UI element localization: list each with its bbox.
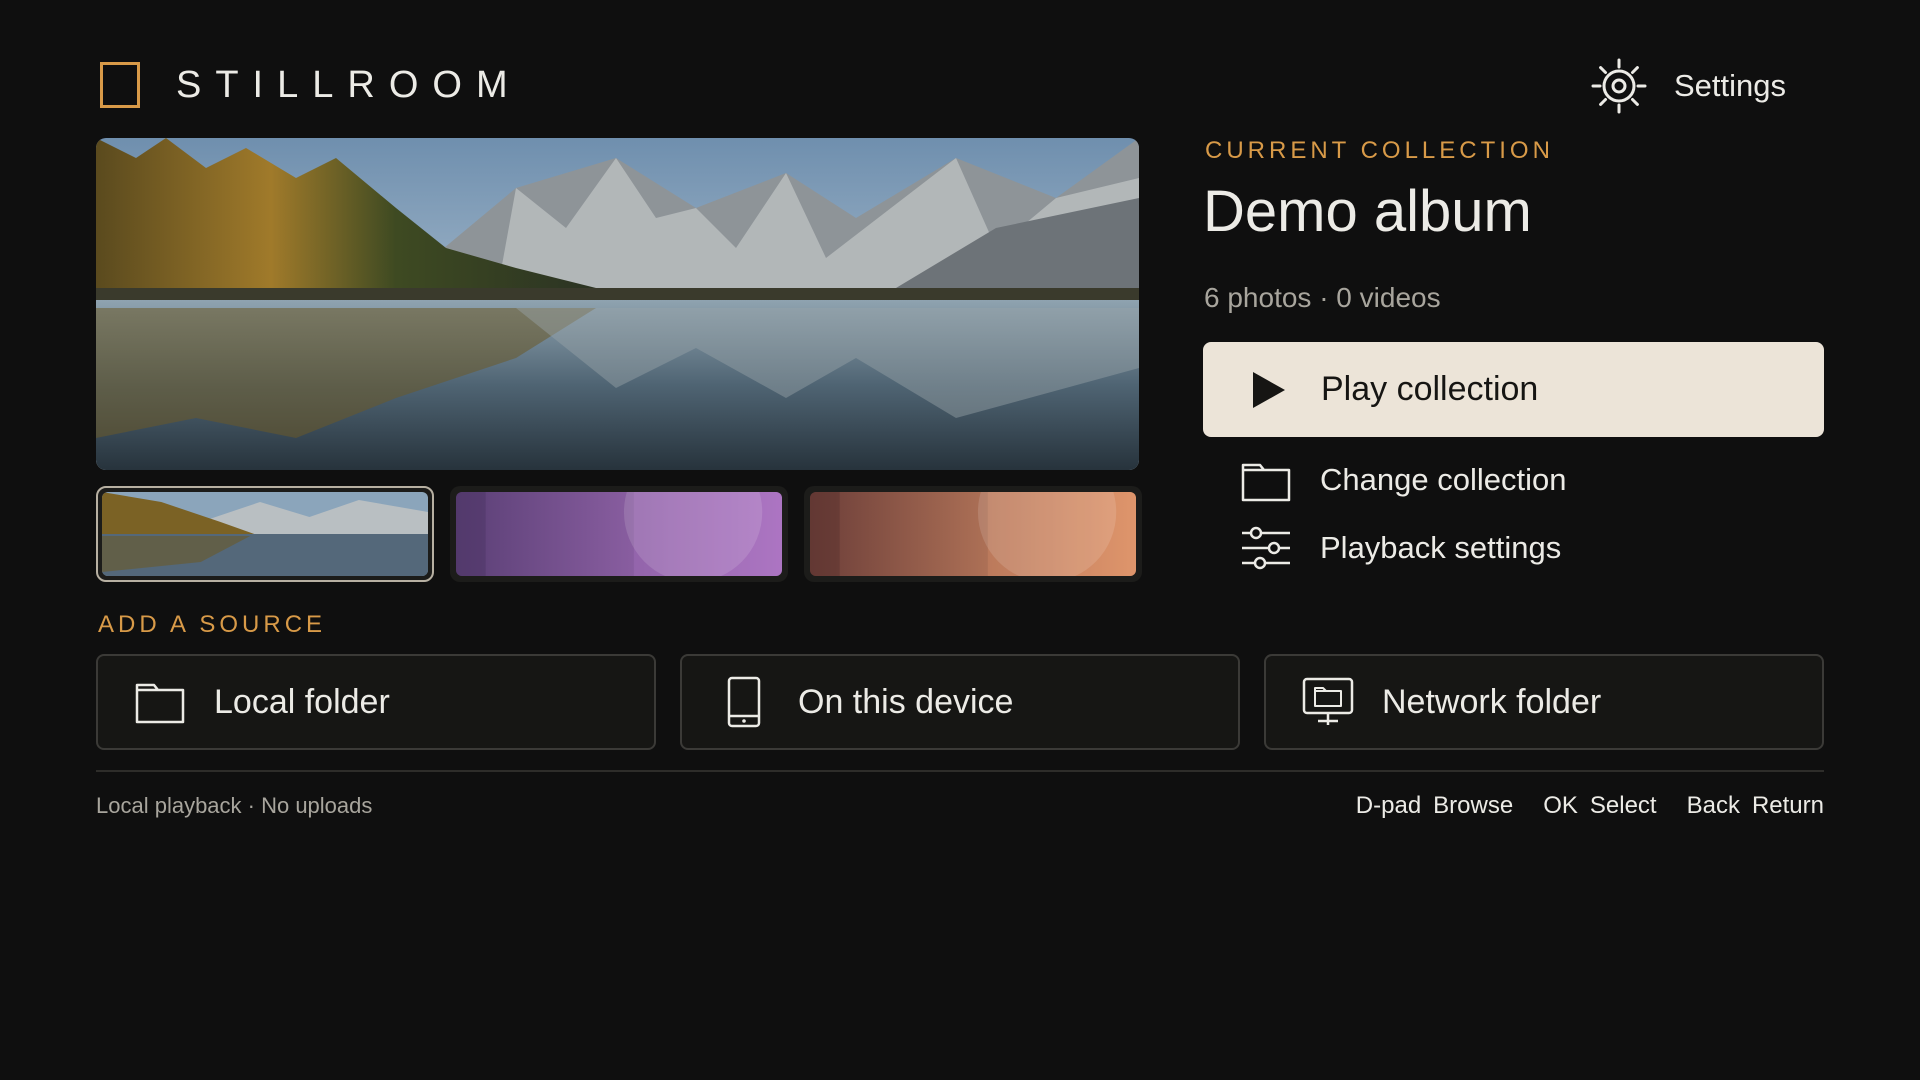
footer-divider bbox=[96, 770, 1824, 772]
thumbnail-strip bbox=[96, 486, 1142, 582]
source-label: On this device bbox=[798, 682, 1014, 721]
hero-preview-image bbox=[96, 138, 1139, 470]
settings-label: Settings bbox=[1674, 68, 1787, 103]
home-screen: STILLROOM Settings CURRENT COLLECTION De… bbox=[0, 0, 1920, 1080]
collection-meta: 6 photos · 0 videos bbox=[1204, 282, 1441, 313]
phone-icon bbox=[727, 676, 761, 728]
hint-dpad: D-pad Browse bbox=[1356, 792, 1513, 820]
gear-icon bbox=[1591, 58, 1647, 114]
logo-mark-icon bbox=[100, 62, 140, 108]
source-on-device-button[interactable]: On this device bbox=[680, 654, 1240, 750]
play-collection-label: Play collection bbox=[1321, 370, 1539, 408]
change-collection-label: Change collection bbox=[1320, 462, 1567, 497]
hint-key: OK bbox=[1543, 792, 1578, 819]
play-icon bbox=[1253, 372, 1285, 408]
playback-settings-button[interactable]: Playback settings bbox=[1240, 523, 1561, 573]
play-collection-button[interactable]: Play collection bbox=[1203, 342, 1824, 437]
playback-settings-label: Playback settings bbox=[1320, 530, 1562, 565]
hint-action: Return bbox=[1751, 792, 1824, 819]
thumbnail-lake[interactable] bbox=[96, 486, 434, 582]
current-collection-eyebrow: CURRENT COLLECTION bbox=[1205, 137, 1554, 164]
source-label: Network folder bbox=[1382, 682, 1602, 721]
source-local-folder-button[interactable]: Local folder bbox=[96, 654, 656, 750]
folder-icon bbox=[135, 683, 185, 724]
settings-button[interactable]: Settings bbox=[1590, 56, 1786, 116]
thumbnail-peach[interactable] bbox=[804, 486, 1142, 582]
thumbnail-purple[interactable] bbox=[450, 486, 788, 582]
source-network-folder-button[interactable]: Network folder bbox=[1264, 654, 1824, 750]
app-name: STILLROOM bbox=[176, 63, 522, 106]
change-collection-button[interactable]: Change collection bbox=[1240, 455, 1566, 505]
folder-icon bbox=[1241, 463, 1291, 502]
brand: STILLROOM bbox=[100, 62, 522, 108]
sliders-icon bbox=[1242, 526, 1290, 570]
remote-hints: D-pad Browse OK Select Back Return bbox=[1356, 792, 1824, 820]
hint-back: Back Return bbox=[1687, 792, 1824, 820]
hint-key: Back bbox=[1686, 792, 1740, 819]
hint-key: D-pad bbox=[1355, 792, 1422, 819]
hint-action: Browse bbox=[1433, 792, 1514, 819]
collection-title: Demo album bbox=[1203, 179, 1532, 244]
add-source-eyebrow: ADD A SOURCE bbox=[98, 611, 327, 638]
footer-status: Local playback · No uploads bbox=[96, 793, 373, 818]
hint-action: Select bbox=[1589, 792, 1657, 819]
source-label: Local folder bbox=[214, 682, 390, 721]
hint-ok: OK Select bbox=[1543, 792, 1656, 820]
network-folder-icon bbox=[1302, 677, 1354, 725]
